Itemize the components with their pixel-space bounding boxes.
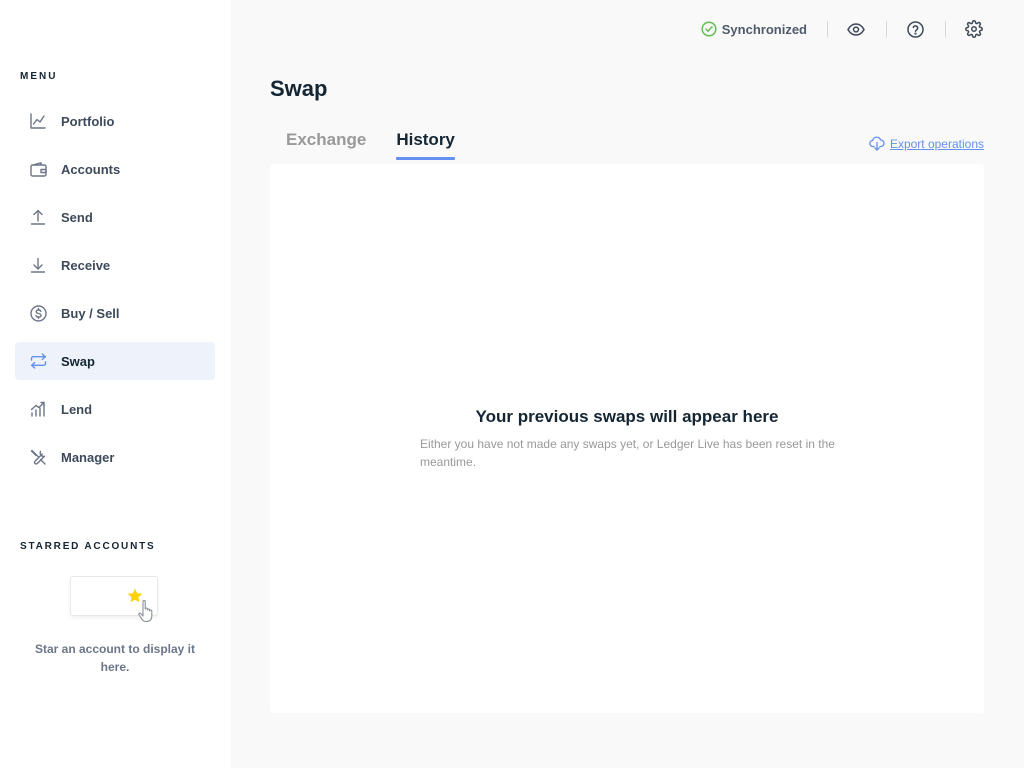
sidebar: MENU Portfolio Accounts Send Receive Buy…	[0, 0, 231, 768]
sidebar-item-label: Manager	[61, 449, 115, 465]
sidebar-item-accounts[interactable]: Accounts	[15, 150, 215, 188]
sidebar-item-swap[interactable]: Swap	[15, 342, 215, 380]
topbar-divider	[886, 21, 887, 37]
tabs: Exchange History	[286, 130, 485, 160]
history-panel: Your previous swaps will appear here Eit…	[270, 164, 984, 713]
chart-bars-icon	[29, 400, 47, 418]
sidebar-item-receive[interactable]: Receive	[15, 246, 215, 284]
eye-icon[interactable]	[846, 19, 866, 39]
sidebar-item-label: Swap	[61, 353, 95, 369]
sidebar-nav: Portfolio Accounts Send Receive Buy / Se…	[15, 102, 215, 486]
sidebar-item-lend[interactable]: Lend	[15, 390, 215, 428]
sidebar-item-label: Lend	[61, 401, 93, 417]
tab-exchange[interactable]: Exchange	[286, 130, 366, 159]
starred-accounts-illustration	[70, 576, 162, 624]
settings-icon[interactable]	[964, 19, 984, 39]
sidebar-item-portfolio[interactable]: Portfolio	[15, 102, 215, 140]
help-icon[interactable]	[905, 19, 925, 39]
starred-accounts-title: STARRED ACCOUNTS	[20, 541, 156, 552]
sidebar-item-label: Buy / Sell	[61, 305, 120, 321]
swap-icon	[29, 352, 47, 370]
cloud-download-icon	[869, 136, 885, 151]
sync-status-label: Synchronized	[721, 21, 807, 37]
tab-history[interactable]: History	[396, 130, 455, 160]
pointer-hand-icon	[136, 598, 160, 629]
sidebar-item-buy-sell[interactable]: Buy / Sell	[15, 294, 215, 332]
chart-line-icon	[29, 112, 47, 130]
tools-icon	[29, 448, 47, 466]
upload-icon	[29, 208, 47, 226]
starred-accounts-empty-text: Star an account to display it here.	[34, 642, 196, 674]
topbar-divider	[827, 21, 828, 37]
empty-state-title: Your previous swaps will appear here	[475, 407, 779, 426]
sidebar-item-label: Accounts	[61, 161, 121, 177]
download-icon	[29, 256, 47, 274]
sidebar-item-label: Receive	[61, 257, 111, 273]
page-title: Swap	[270, 76, 328, 101]
menu-title: MENU	[20, 71, 58, 82]
sidebar-item-label: Portfolio	[61, 113, 115, 129]
sync-status[interactable]: Synchronized	[701, 21, 807, 37]
check-circle-icon	[701, 21, 717, 37]
topbar: Synchronized	[701, 18, 984, 40]
sidebar-item-send[interactable]: Send	[15, 198, 215, 236]
sidebar-item-manager[interactable]: Manager	[15, 438, 215, 476]
wallet-icon	[29, 160, 47, 178]
empty-state-description: Either you have not made any swaps yet, …	[420, 437, 835, 469]
topbar-divider	[945, 21, 946, 37]
dollar-icon	[29, 304, 47, 322]
export-operations-label: Export operations	[889, 136, 984, 151]
sidebar-item-label: Send	[61, 209, 93, 225]
export-operations-link[interactable]: Export operations	[869, 136, 984, 151]
